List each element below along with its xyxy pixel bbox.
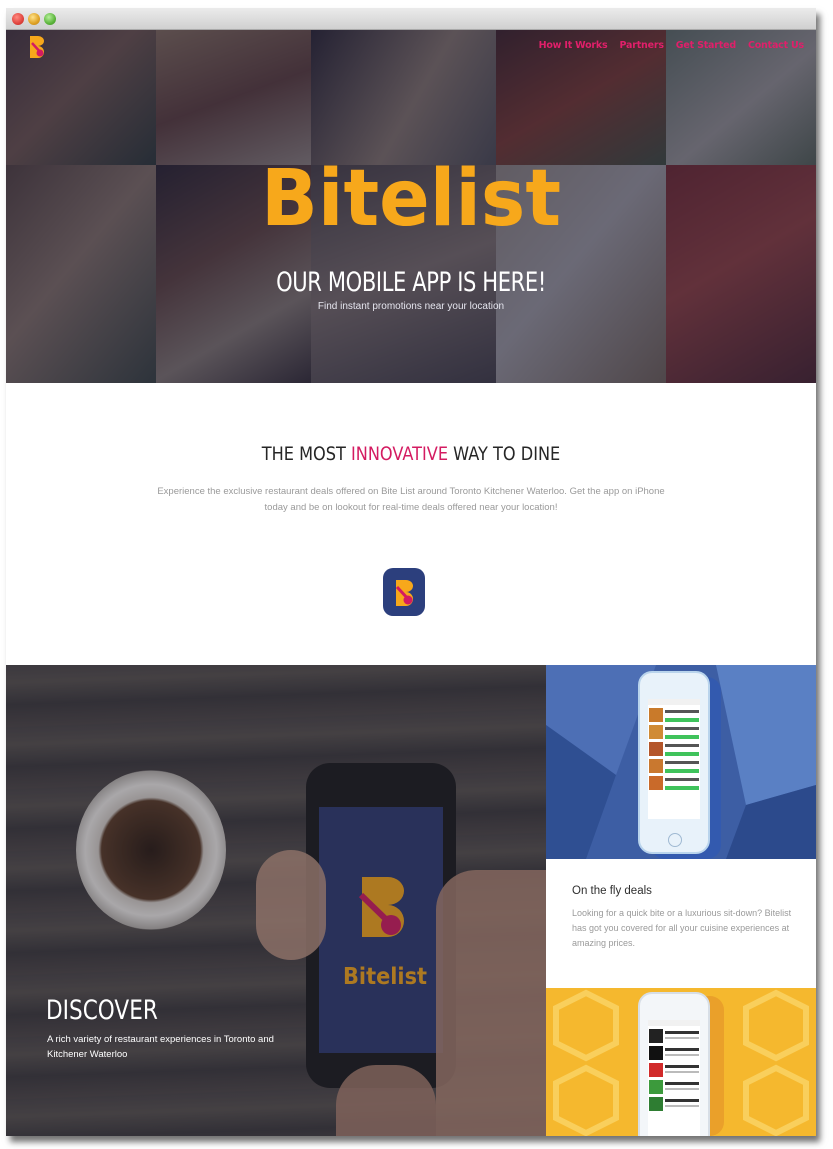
deal-row — [649, 708, 699, 722]
deal-thumbnail — [649, 725, 663, 739]
nav-link-how-it-works[interactable]: How It Works — [539, 40, 608, 51]
restaurant-row — [649, 1029, 699, 1043]
deal-thumbnail — [649, 759, 663, 773]
deal-row — [649, 759, 699, 773]
restaurant-thumbnail — [649, 1080, 663, 1094]
screen-header — [648, 699, 700, 705]
intro-title: THE MOST INNOVATIVE WAY TO DINE — [67, 443, 756, 465]
restaurant-row — [649, 1046, 699, 1060]
deal-row — [649, 776, 699, 790]
deal-button — [665, 735, 699, 739]
app-store-icon[interactable] — [383, 568, 425, 616]
restaurant-thumbnail — [649, 1029, 663, 1043]
restaurant-thumbnail — [649, 1097, 663, 1111]
restaurant-name-line — [665, 1082, 699, 1085]
deals-app-screenshot-panel — [546, 665, 816, 859]
deal-thumbnail — [649, 776, 663, 790]
minimize-window-button[interactable] — [28, 13, 40, 25]
deal-thumbnail — [649, 742, 663, 756]
restaurant-detail-line — [665, 1054, 699, 1056]
restaurant-detail-line — [665, 1105, 699, 1107]
intro-title-suffix: WAY TO DINE — [448, 443, 561, 465]
discover-text: A rich variety of restaurant experiences… — [47, 1034, 274, 1060]
restaurant-detail-line — [665, 1071, 699, 1073]
close-window-button[interactable] — [12, 13, 24, 25]
deals-text: Looking for a quick bite or a luxurious … — [572, 908, 792, 948]
intro-section: THE MOST INNOVATIVE WAY TO DINE Experien… — [6, 383, 816, 665]
main-nav: How It Works Partners Get Started Contac… — [539, 40, 805, 51]
deal-thumbnail — [649, 708, 663, 722]
brand-logo-text: Bitelist — [261, 154, 561, 235]
restaurant-name-line — [665, 1048, 699, 1051]
deal-button — [665, 786, 699, 790]
intro-title-highlight: INNOVATIVE — [350, 443, 449, 465]
iphone-mockup — [638, 671, 710, 854]
zoom-window-button[interactable] — [44, 13, 56, 25]
deal-button — [665, 752, 699, 756]
deal-row — [649, 725, 699, 739]
bitelist-app-icon — [395, 580, 413, 606]
hero-title: OUR MOBILE APP IS HERE! — [276, 267, 546, 298]
restaurant-row — [649, 1097, 699, 1111]
nav-link-get-started[interactable]: Get Started — [676, 40, 736, 51]
deal-text-line — [665, 744, 699, 747]
intro-text: Experience the exclusive restaurant deal… — [157, 486, 665, 513]
restaurant-list-screen — [648, 1020, 700, 1136]
restaurant-name-line — [665, 1031, 699, 1034]
deal-button — [665, 769, 699, 773]
restaurant-thumbnail — [649, 1046, 663, 1060]
restaurant-name-line — [665, 1065, 699, 1068]
deal-text-line — [665, 761, 699, 764]
intro-title-prefix: THE MOST — [261, 443, 351, 465]
restaurant-row — [649, 1063, 699, 1077]
discover-title: DISCOVER — [46, 995, 158, 1026]
hero-section: How It Works Partners Get Started Contac… — [6, 30, 816, 383]
deal-text-line — [665, 778, 699, 781]
restaurant-name-line — [665, 1099, 699, 1102]
discover-section: Bitelist DISCOVER A rich variety of rest… — [6, 665, 546, 1136]
deal-row — [649, 742, 699, 756]
window-titlebar — [6, 8, 816, 30]
bitelist-logo-icon[interactable] — [28, 34, 46, 60]
deal-text-line — [665, 710, 699, 713]
deal-button — [665, 718, 699, 722]
restaurant-row — [649, 1080, 699, 1094]
browser-window: How It Works Partners Get Started Contac… — [6, 8, 816, 1136]
restaurants-app-screenshot-panel — [546, 988, 816, 1136]
hero-subtitle: Find instant promotions near your locati… — [317, 301, 505, 312]
restaurant-detail-line — [665, 1088, 699, 1090]
deal-text-line — [665, 727, 699, 730]
home-button — [668, 833, 682, 847]
discover-overlay — [6, 665, 546, 1136]
deals-section: On the fly deals Looking for a quick bit… — [546, 859, 816, 988]
restaurant-thumbnail — [649, 1063, 663, 1077]
bitelist-brand-logo: Bitelist — [261, 154, 561, 235]
nav-link-partners[interactable]: Partners — [619, 40, 663, 51]
restaurant-detail-line — [665, 1037, 699, 1039]
screen-header — [648, 1020, 700, 1026]
iphone-mockup — [638, 992, 710, 1136]
deals-title: On the fly deals — [572, 885, 652, 897]
deals-list-screen — [648, 699, 700, 819]
nav-link-contact-us[interactable]: Contact Us — [748, 40, 804, 51]
